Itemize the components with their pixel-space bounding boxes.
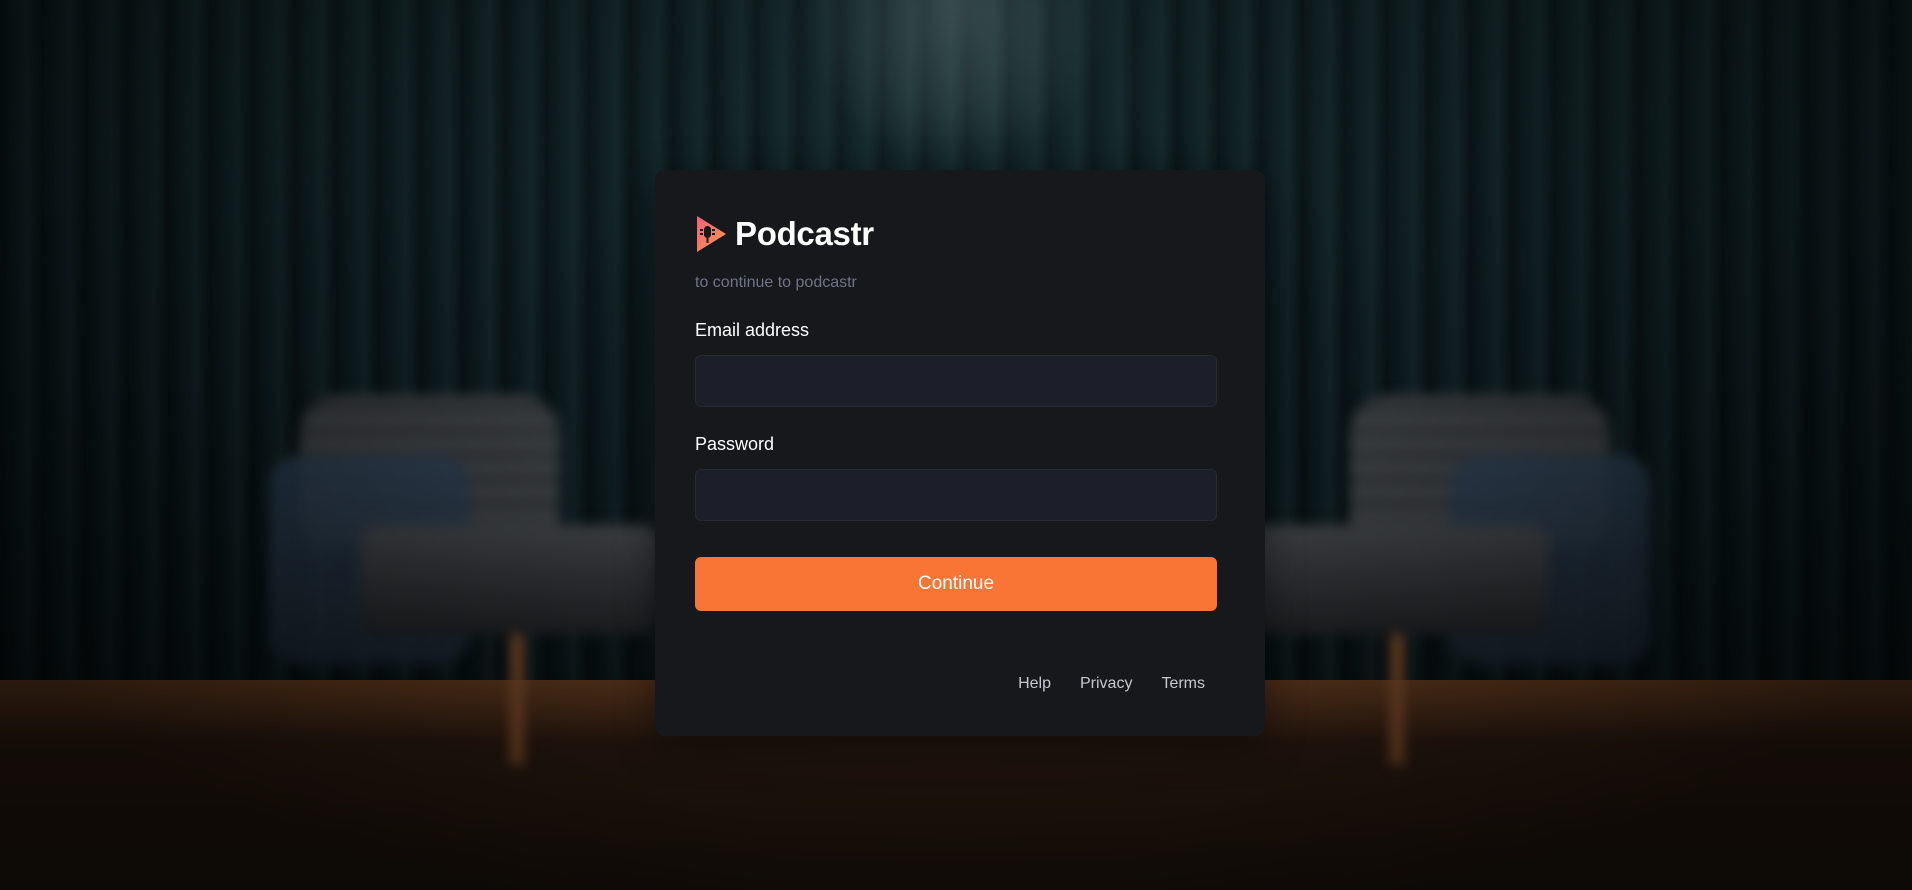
privacy-link[interactable]: Privacy (1080, 675, 1132, 693)
footer-links: Help Privacy Terms (1018, 675, 1205, 693)
password-label: Password (695, 434, 775, 454)
password-field[interactable] (695, 469, 1217, 521)
help-link[interactable]: Help (1018, 675, 1051, 693)
login-screen: Podcastr to continue to podcastr Email a… (0, 0, 1912, 890)
brand: Podcastr (695, 214, 874, 254)
continue-button[interactable]: Continue (695, 557, 1217, 611)
login-card: Podcastr to continue to podcastr Email a… (655, 170, 1265, 736)
podcastr-logo-icon (697, 216, 726, 252)
email-label: Email address (695, 320, 810, 340)
brand-name: Podcastr (735, 215, 874, 252)
subtitle: to continue to podcastr (695, 274, 857, 291)
terms-link[interactable]: Terms (1161, 675, 1205, 693)
email-field[interactable] (695, 355, 1217, 407)
